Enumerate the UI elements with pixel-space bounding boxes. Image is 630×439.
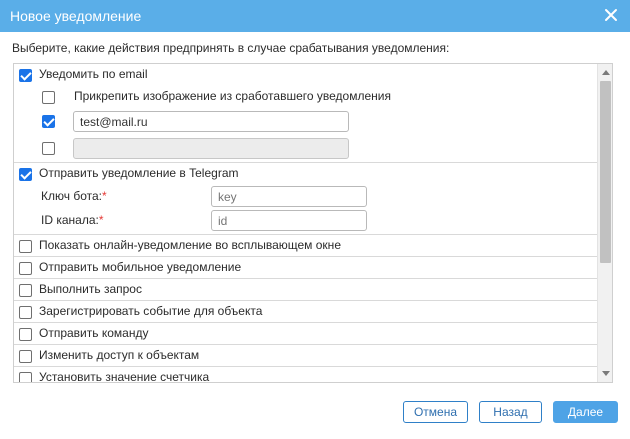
action-popup-checkbox[interactable]: [19, 240, 32, 253]
action-register-event-label: Зарегистрировать событие для объекта: [39, 304, 263, 318]
bot-key-input[interactable]: [211, 186, 367, 207]
action-set-counter-checkbox[interactable]: [19, 372, 32, 382]
action-change-access-row[interactable]: Изменить доступ к объектам: [14, 345, 598, 367]
cancel-button[interactable]: Отмена: [403, 401, 468, 423]
chevron-up-icon[interactable]: [602, 70, 610, 75]
back-button[interactable]: Назад: [479, 401, 542, 423]
scrollbar-thumb[interactable]: [600, 81, 611, 263]
action-register-event-row[interactable]: Зарегистрировать событие для объекта: [14, 301, 598, 323]
channel-id-input[interactable]: [211, 210, 367, 231]
telegram-label: Отправить уведомление в Telegram: [39, 166, 239, 180]
email-extra-row: [14, 135, 598, 162]
email-label: Уведомить по email: [39, 67, 148, 81]
dialog-titlebar: Новое уведомление: [0, 0, 630, 32]
attach-image-label: Прикрепить изображение из сработавшего у…: [74, 89, 391, 103]
action-mobile-row[interactable]: Отправить мобильное уведомление: [14, 257, 598, 279]
action-request-row[interactable]: Выполнить запрос: [14, 279, 598, 301]
email-address-checkbox[interactable]: [42, 115, 55, 128]
close-icon[interactable]: [602, 6, 620, 24]
action-send-command-row[interactable]: Отправить команду: [14, 323, 598, 345]
dialog-title: Новое уведомление: [10, 8, 142, 24]
telegram-row[interactable]: Отправить уведомление в Telegram: [14, 163, 598, 185]
bot-key-label: Ключ бота:*: [41, 189, 107, 203]
action-change-access-label: Изменить доступ к объектам: [39, 348, 200, 362]
attach-image-row[interactable]: Прикрепить изображение из сработавшего у…: [14, 86, 598, 108]
action-popup-row[interactable]: Показать онлайн-уведомление во всплывающ…: [14, 235, 598, 257]
email-row[interactable]: Уведомить по email: [14, 64, 598, 86]
required-mark: *: [101, 189, 107, 203]
required-mark: *: [98, 213, 104, 227]
next-button[interactable]: Далее: [553, 401, 618, 423]
action-request-checkbox[interactable]: [19, 284, 32, 297]
action-mobile-checkbox[interactable]: [19, 262, 32, 275]
actions-list: Уведомить по email Прикрепить изображени…: [13, 63, 613, 383]
email-address-input[interactable]: [73, 111, 349, 132]
channel-id-label: ID канала:*: [41, 213, 104, 227]
action-popup-label: Показать онлайн-уведомление во всплывающ…: [39, 238, 341, 252]
action-send-command-label: Отправить команду: [39, 326, 149, 340]
email-address-row: [14, 108, 598, 135]
action-register-event-checkbox[interactable]: [19, 306, 32, 319]
action-send-command-checkbox[interactable]: [19, 328, 32, 341]
email-extra-input: [73, 138, 349, 159]
action-set-counter-label: Установить значение счетчика: [39, 370, 210, 383]
attach-image-checkbox[interactable]: [42, 91, 55, 104]
action-change-access-checkbox[interactable]: [19, 350, 32, 363]
actions-rows: Уведомить по email Прикрепить изображени…: [14, 64, 598, 383]
list-scrollbar[interactable]: [597, 64, 612, 382]
chevron-down-icon[interactable]: [602, 371, 610, 376]
dialog-prompt: Выберите, какие действия предпринять в с…: [12, 41, 450, 55]
email-checkbox[interactable]: [19, 69, 32, 82]
bot-key-row: Ключ бота:*: [14, 185, 598, 209]
action-set-counter-row[interactable]: Установить значение счетчика: [14, 367, 598, 383]
action-mobile-label: Отправить мобильное уведомление: [39, 260, 242, 274]
channel-id-row: ID канала:*: [14, 209, 598, 233]
action-request-label: Выполнить запрос: [39, 282, 142, 296]
email-section: Уведомить по email Прикрепить изображени…: [14, 64, 598, 163]
email-extra-checkbox[interactable]: [42, 142, 55, 155]
telegram-section: Отправить уведомление в Telegram Ключ бо…: [14, 163, 598, 235]
telegram-checkbox[interactable]: [19, 168, 32, 181]
